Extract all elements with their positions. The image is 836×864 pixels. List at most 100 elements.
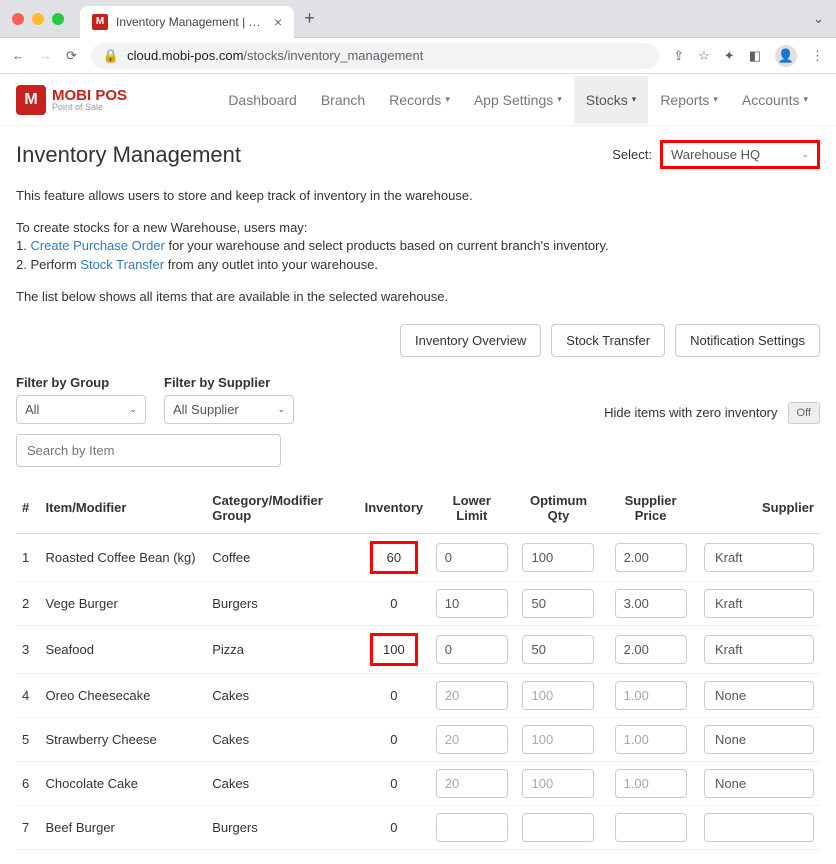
lower-limit-input[interactable] [436,769,508,798]
warehouse-select[interactable]: Warehouse HQ ⌄ [660,140,820,169]
nav-accounts[interactable]: Accounts ▾ [730,76,820,124]
lower-limit-input[interactable] [436,543,508,572]
stock-transfer-button[interactable]: Stock Transfer [551,324,665,357]
extensions-icon[interactable]: ✦ [724,48,735,64]
favicon-icon: M [92,14,108,30]
chevron-down-icon: ⌄ [277,404,285,415]
browser-tab[interactable]: M Inventory Management | MobiP × [80,6,294,38]
supplier-input[interactable] [704,635,814,664]
optimum-qty-input[interactable] [522,769,594,798]
new-tab-button[interactable]: + [304,8,315,29]
row-item: Seafood [40,625,207,673]
url-domain: cloud.mobi-pos.com [127,48,243,63]
supplier-price-input[interactable] [615,725,687,754]
col-item: Item/Modifier [40,483,207,534]
row-num: 3 [16,625,40,673]
notification-settings-button[interactable]: Notification Settings [675,324,820,357]
filter-group-select[interactable]: All ⌄ [16,395,146,424]
chevron-down-icon: ▾ [803,94,808,105]
optimum-qty-input[interactable] [522,635,594,664]
supplier-price-input[interactable] [615,635,687,664]
optimum-qty-input[interactable] [522,725,594,754]
optimum-qty-input[interactable] [522,543,594,572]
filter-supplier-label: Filter by Supplier [164,375,294,390]
stock-transfer-link[interactable]: Stock Transfer [80,257,164,272]
row-num: 5 [16,717,40,761]
col-category: Category/Modifier Group [206,483,358,534]
supplier-input[interactable] [704,681,814,710]
intro-text-1: This feature allows users to store and k… [16,187,820,205]
row-item: Strawberry Cheese [40,717,207,761]
supplier-price-input[interactable] [615,543,687,572]
lower-limit-input[interactable] [436,589,508,618]
tabs-dropdown-icon[interactable]: ⌄ [813,11,824,27]
nav-records[interactable]: Records ▾ [377,76,462,124]
row-inventory: 100 [370,633,418,666]
share-icon[interactable]: ⇪ [673,48,684,64]
lower-limit-input[interactable] [436,681,508,710]
chevron-down-icon: ⌄ [801,149,809,160]
filter-supplier-select[interactable]: All Supplier ⌄ [164,395,294,424]
warehouse-select-value: Warehouse HQ [671,147,760,162]
app-header: M MOBI POS Point of Sale DashboardBranch… [0,74,836,126]
row-num: 2 [16,581,40,625]
logo[interactable]: M MOBI POS Point of Sale [16,85,127,115]
row-category: Burgers [206,805,358,849]
nav-reports[interactable]: Reports ▾ [648,76,730,124]
url-path: /stocks/inventory_management [243,48,423,63]
menu-icon[interactable]: ⋮ [811,48,824,64]
reload-icon[interactable]: ⟳ [66,48,77,64]
nav-stocks[interactable]: Stocks ▾ [574,76,649,124]
lower-limit-input[interactable] [436,725,508,754]
supplier-price-input[interactable] [615,681,687,710]
table-row: 7Beef BurgerBurgers0 [16,805,820,849]
row-category: Coffee [206,533,358,581]
row-inventory: 0 [370,770,418,797]
row-num: 4 [16,673,40,717]
col-supplier-price: Supplier Price [603,483,698,534]
supplier-input[interactable] [704,725,814,754]
profile-avatar[interactable]: 👤 [775,45,797,67]
supplier-input[interactable] [704,543,814,572]
browser-tab-strip: M Inventory Management | MobiP × + ⌄ [0,0,836,38]
supplier-input[interactable] [704,769,814,798]
optimum-qty-input[interactable] [522,681,594,710]
search-input[interactable] [16,434,281,467]
close-tab-icon[interactable]: × [274,14,282,30]
bookmark-icon[interactable]: ☆ [698,48,710,64]
supplier-price-input[interactable] [615,769,687,798]
logo-icon: M [16,85,46,115]
lower-limit-input[interactable] [436,635,508,664]
table-row: 1Roasted Coffee Bean (kg)Coffee60 [16,533,820,581]
supplier-input[interactable] [704,813,814,842]
create-po-link[interactable]: Create Purchase Order [30,238,164,253]
nav-app-settings[interactable]: App Settings ▾ [462,76,574,124]
maximize-window-icon[interactable] [52,13,64,25]
hide-zero-toggle[interactable]: Off [788,402,820,424]
row-item: Chocolate Cake [40,761,207,805]
supplier-price-input[interactable] [615,589,687,618]
lower-limit-input[interactable] [436,813,508,842]
panel-icon[interactable]: ◧ [749,48,761,64]
back-icon[interactable]: ← [12,48,25,64]
row-item: Vege Burger [40,581,207,625]
optimum-qty-input[interactable] [522,589,594,618]
row-inventory: 0 [370,590,418,617]
logo-brand: MOBI POS [52,88,127,103]
nav-branch[interactable]: Branch [309,76,377,124]
filter-group-label: Filter by Group [16,375,146,390]
minimize-window-icon[interactable] [32,13,44,25]
optimum-qty-input[interactable] [522,813,594,842]
row-category: Cakes [206,761,358,805]
supplier-input[interactable] [704,589,814,618]
chevron-down-icon: ▾ [632,94,637,105]
table-row: 6Chocolate CakeCakes0 [16,761,820,805]
address-bar[interactable]: 🔒 cloud.mobi-pos.com/stocks/inventory_ma… [91,43,659,69]
row-inventory: 0 [370,726,418,753]
inventory-table: # Item/Modifier Category/Modifier Group … [16,483,820,850]
close-window-icon[interactable] [12,13,24,25]
supplier-price-input[interactable] [615,813,687,842]
nav-dashboard[interactable]: Dashboard [216,76,309,124]
inventory-overview-button[interactable]: Inventory Overview [400,324,541,357]
intro-text-3: The list below shows all items that are … [16,288,820,306]
